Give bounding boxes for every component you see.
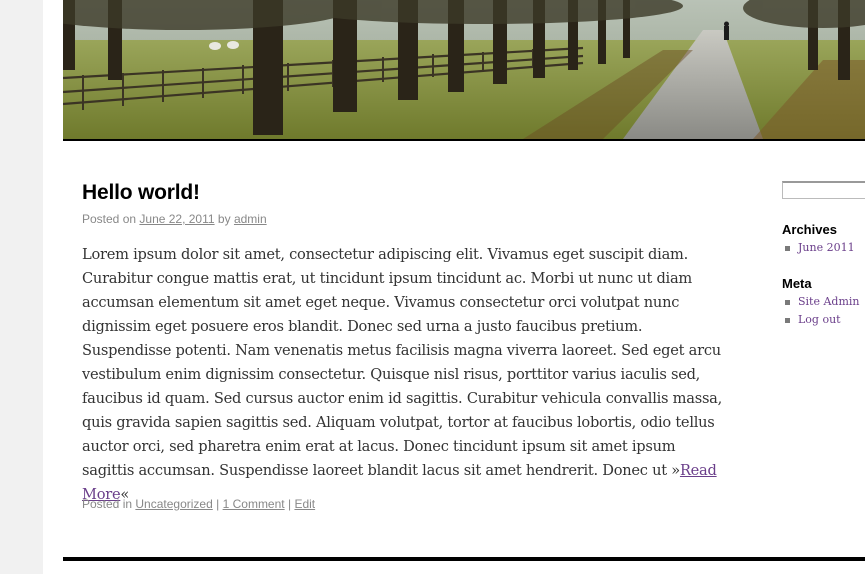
posted-in-label: Posted in (82, 497, 133, 511)
entry-utility: Posted in Uncategorized | 1 Comment | Ed… (82, 497, 315, 511)
by-label: by (217, 212, 231, 226)
separator: | (216, 497, 220, 511)
page: Hello world! Posted on June 22, 2011 by … (43, 0, 865, 574)
bullet-icon (785, 318, 790, 323)
header-landscape-illustration (63, 0, 865, 139)
meta-list: Site Admin Log out (782, 293, 860, 329)
meta-widget-title: Meta (782, 276, 812, 291)
category-link[interactable]: Uncategorized (135, 497, 212, 511)
entry-meta: Posted on June 22, 2011 by admin (82, 212, 267, 226)
author-link[interactable]: admin (234, 212, 267, 226)
entry-content: Lorem ipsum dolor sit amet, consectetur … (82, 243, 727, 507)
posted-on-label: Posted on (82, 212, 137, 226)
edit-link[interactable]: Edit (294, 497, 315, 511)
post-date-link[interactable]: June 22, 2011 (139, 212, 214, 226)
search-input[interactable] (782, 181, 865, 199)
list-item: Site Admin (782, 293, 860, 311)
site-admin-link[interactable]: Site Admin (798, 295, 860, 308)
archives-widget-title: Archives (782, 222, 837, 237)
list-item: Log out (782, 311, 860, 329)
archives-list: June 2011 (782, 239, 855, 257)
post-title[interactable]: Hello world! (82, 181, 200, 205)
separator: | (287, 497, 292, 511)
footer-divider (63, 557, 865, 561)
header-divider (63, 139, 865, 141)
post-body-text: Lorem ipsum dolor sit amet, consectetur … (82, 246, 723, 479)
list-item: June 2011 (782, 239, 855, 257)
log-out-link[interactable]: Log out (798, 313, 841, 326)
header-image (63, 0, 865, 139)
comments-link[interactable]: 1 Comment (223, 497, 285, 511)
bullet-icon (785, 246, 790, 251)
bullet-icon (785, 300, 790, 305)
archive-link-june-2011[interactable]: June 2011 (798, 241, 855, 254)
